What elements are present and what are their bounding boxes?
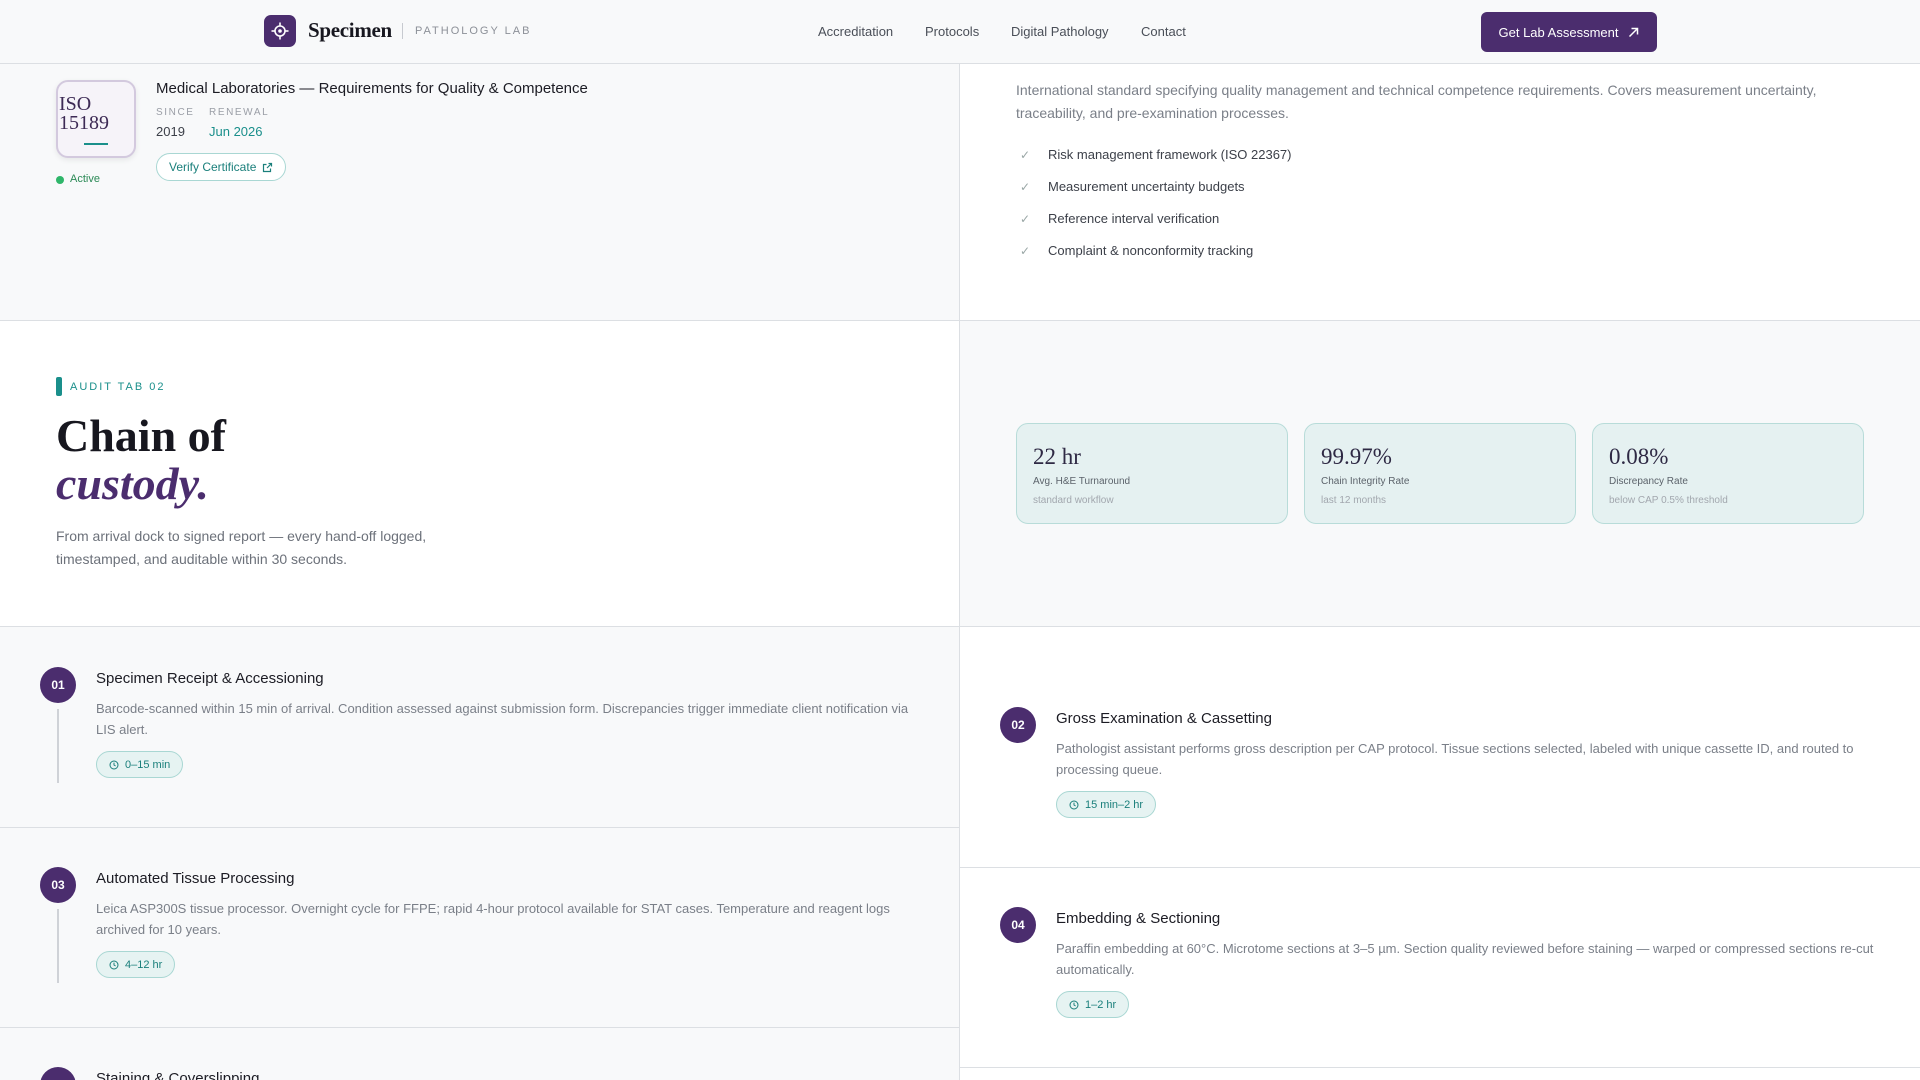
section-heading: Chain of bbox=[56, 410, 226, 461]
clock-icon bbox=[109, 960, 119, 969]
step-duration-pill: 4–12 hr bbox=[96, 951, 176, 978]
step-number-badge: 04 bbox=[1000, 907, 1036, 943]
nav-link-digital-pathology[interactable]: Digital Pathology bbox=[1011, 24, 1109, 39]
since-label: SINCE bbox=[156, 107, 195, 118]
check-icon: ✓ bbox=[1020, 211, 1031, 226]
iso-badge-line-2: 15189 bbox=[59, 112, 109, 134]
renewal-label: RENEWAL bbox=[209, 107, 270, 118]
step-description: Paraffin embedding at 60°C. Microtome se… bbox=[1056, 941, 1874, 977]
clock-icon bbox=[1069, 1000, 1079, 1009]
verify-certificate-button[interactable]: Verify Certificate bbox=[156, 153, 287, 181]
stat-card-chain-integrity: 99.97% Chain Integrity Rate last 12 mont… bbox=[1304, 423, 1576, 524]
standard-description: International standard specifying qualit… bbox=[1016, 82, 1817, 121]
check-icon: ✓ bbox=[1020, 243, 1031, 258]
since-value: 2019 bbox=[156, 124, 185, 139]
stat-sublabel: last 12 months bbox=[1321, 495, 1387, 506]
crosshair-icon bbox=[271, 22, 289, 40]
column-divider bbox=[959, 64, 960, 1080]
section-eyebrow: AUDIT TAB 02 bbox=[70, 381, 166, 393]
step-title: Automated Tissue Processing bbox=[96, 870, 295, 887]
stat-sublabel: below CAP 0.5% threshold bbox=[1609, 495, 1728, 506]
nav-link-contact[interactable]: Contact bbox=[1141, 24, 1186, 39]
get-lab-assessment-button[interactable]: Get Lab Assessment bbox=[1481, 12, 1657, 52]
step-number-badge: 03 bbox=[40, 867, 76, 903]
checklist-item-label: Measurement uncertainty budgets bbox=[1048, 179, 1245, 194]
step-duration-label: 0–15 min bbox=[125, 758, 171, 771]
checklist-item-label: Complaint & nonconformity tracking bbox=[1048, 243, 1254, 258]
step-duration-pill: 0–15 min bbox=[96, 751, 184, 778]
brand-divider bbox=[402, 23, 403, 39]
renewal-value: Jun 2026 bbox=[209, 124, 263, 139]
checklist-item: ✓ Risk management framework (ISO 22367) bbox=[1020, 147, 1291, 162]
stat-value: 22 hr bbox=[1033, 444, 1081, 469]
step-number-badge: 02 bbox=[1000, 707, 1036, 743]
checklist-item: ✓ Measurement uncertainty budgets bbox=[1020, 179, 1245, 194]
check-icon: ✓ bbox=[1020, 179, 1031, 194]
step-divider bbox=[0, 827, 959, 828]
checklist-item: ✓ Reference interval verification bbox=[1020, 211, 1219, 226]
stat-label: Chain Integrity Rate bbox=[1321, 476, 1410, 487]
step-description: Leica ASP300S tissue processor. Overnigh… bbox=[96, 901, 890, 937]
stat-label: Avg. H&E Turnaround bbox=[1033, 476, 1131, 487]
status-dot-icon bbox=[56, 176, 64, 184]
external-link-icon bbox=[263, 162, 273, 172]
step-divider bbox=[960, 1067, 1920, 1068]
step-duration-label: 15 min–2 hr bbox=[1085, 798, 1144, 811]
step-timeline-rail bbox=[57, 709, 59, 783]
clock-icon bbox=[1069, 800, 1079, 809]
step-title: Specimen Receipt & Accessioning bbox=[96, 670, 324, 687]
section-divider bbox=[0, 626, 1920, 627]
check-icon: ✓ bbox=[1020, 147, 1031, 162]
step-duration-label: 4–12 hr bbox=[125, 958, 163, 971]
clock-icon bbox=[109, 760, 119, 769]
step-title: Embedding & Sectioning bbox=[1056, 910, 1221, 927]
stat-value: 99.97% bbox=[1321, 444, 1392, 469]
step-title: Staining & Coverslipping bbox=[96, 1070, 260, 1080]
checklist-item-label: Risk management framework (ISO 22367) bbox=[1048, 147, 1292, 162]
step-divider bbox=[960, 867, 1920, 868]
section-lead: From arrival dock to signed report — eve… bbox=[56, 528, 427, 567]
stat-sublabel: standard workflow bbox=[1033, 495, 1114, 506]
step-timeline-rail bbox=[57, 909, 59, 983]
iso-badge-underline bbox=[84, 143, 108, 145]
section-heading-italic: custody. bbox=[56, 458, 209, 509]
stat-card-turnaround: 22 hr Avg. H&E Turnaround standard workf… bbox=[1016, 423, 1288, 524]
cta-label: Get Lab Assessment bbox=[1498, 24, 1619, 40]
brand-subtitle: PATHOLOGY LAB bbox=[415, 25, 532, 37]
step-description: Pathologist assistant performs gross des… bbox=[1056, 741, 1854, 777]
logo-crosshair-icon[interactable] bbox=[264, 15, 296, 47]
arrow-up-right-icon bbox=[1629, 27, 1639, 37]
step-description: Barcode-scanned within 15 min of arrival… bbox=[96, 701, 909, 737]
checklist-item-label: Reference interval verification bbox=[1048, 211, 1220, 226]
status-badge: Active bbox=[70, 173, 100, 185]
eyebrow-accent-bar bbox=[56, 377, 62, 396]
top-navigation-bar: Specimen PATHOLOGY LAB Accreditation Pro… bbox=[0, 0, 1920, 64]
section-divider bbox=[0, 320, 1920, 321]
step-duration-label: 1–2 hr bbox=[1085, 998, 1117, 1011]
verify-certificate-label: Verify Certificate bbox=[169, 160, 257, 174]
certificate-title: Medical Laboratories — Requirements for … bbox=[156, 80, 588, 97]
step-divider bbox=[0, 1027, 959, 1028]
step-number-badge: 01 bbox=[40, 667, 76, 703]
stat-card-discrepancy: 0.08% Discrepancy Rate below CAP 0.5% th… bbox=[1592, 423, 1864, 524]
step-title: Gross Examination & Cassetting bbox=[1056, 710, 1272, 727]
step-duration-pill: 1–2 hr bbox=[1056, 991, 1130, 1018]
checklist-item: ✓ Complaint & nonconformity tracking bbox=[1020, 243, 1253, 258]
nav-link-accreditation[interactable]: Accreditation bbox=[818, 24, 893, 39]
stat-value: 0.08% bbox=[1609, 444, 1669, 469]
nav-link-protocols[interactable]: Protocols bbox=[925, 24, 979, 39]
step-duration-pill: 15 min–2 hr bbox=[1056, 791, 1157, 818]
iso-15189-badge: ISO 15189 bbox=[56, 80, 136, 158]
brand-name[interactable]: Specimen bbox=[308, 18, 392, 43]
stat-label: Discrepancy Rate bbox=[1609, 476, 1688, 487]
certificate-panel bbox=[0, 64, 959, 320]
iso-badge-text: ISO 15189 bbox=[59, 94, 109, 134]
